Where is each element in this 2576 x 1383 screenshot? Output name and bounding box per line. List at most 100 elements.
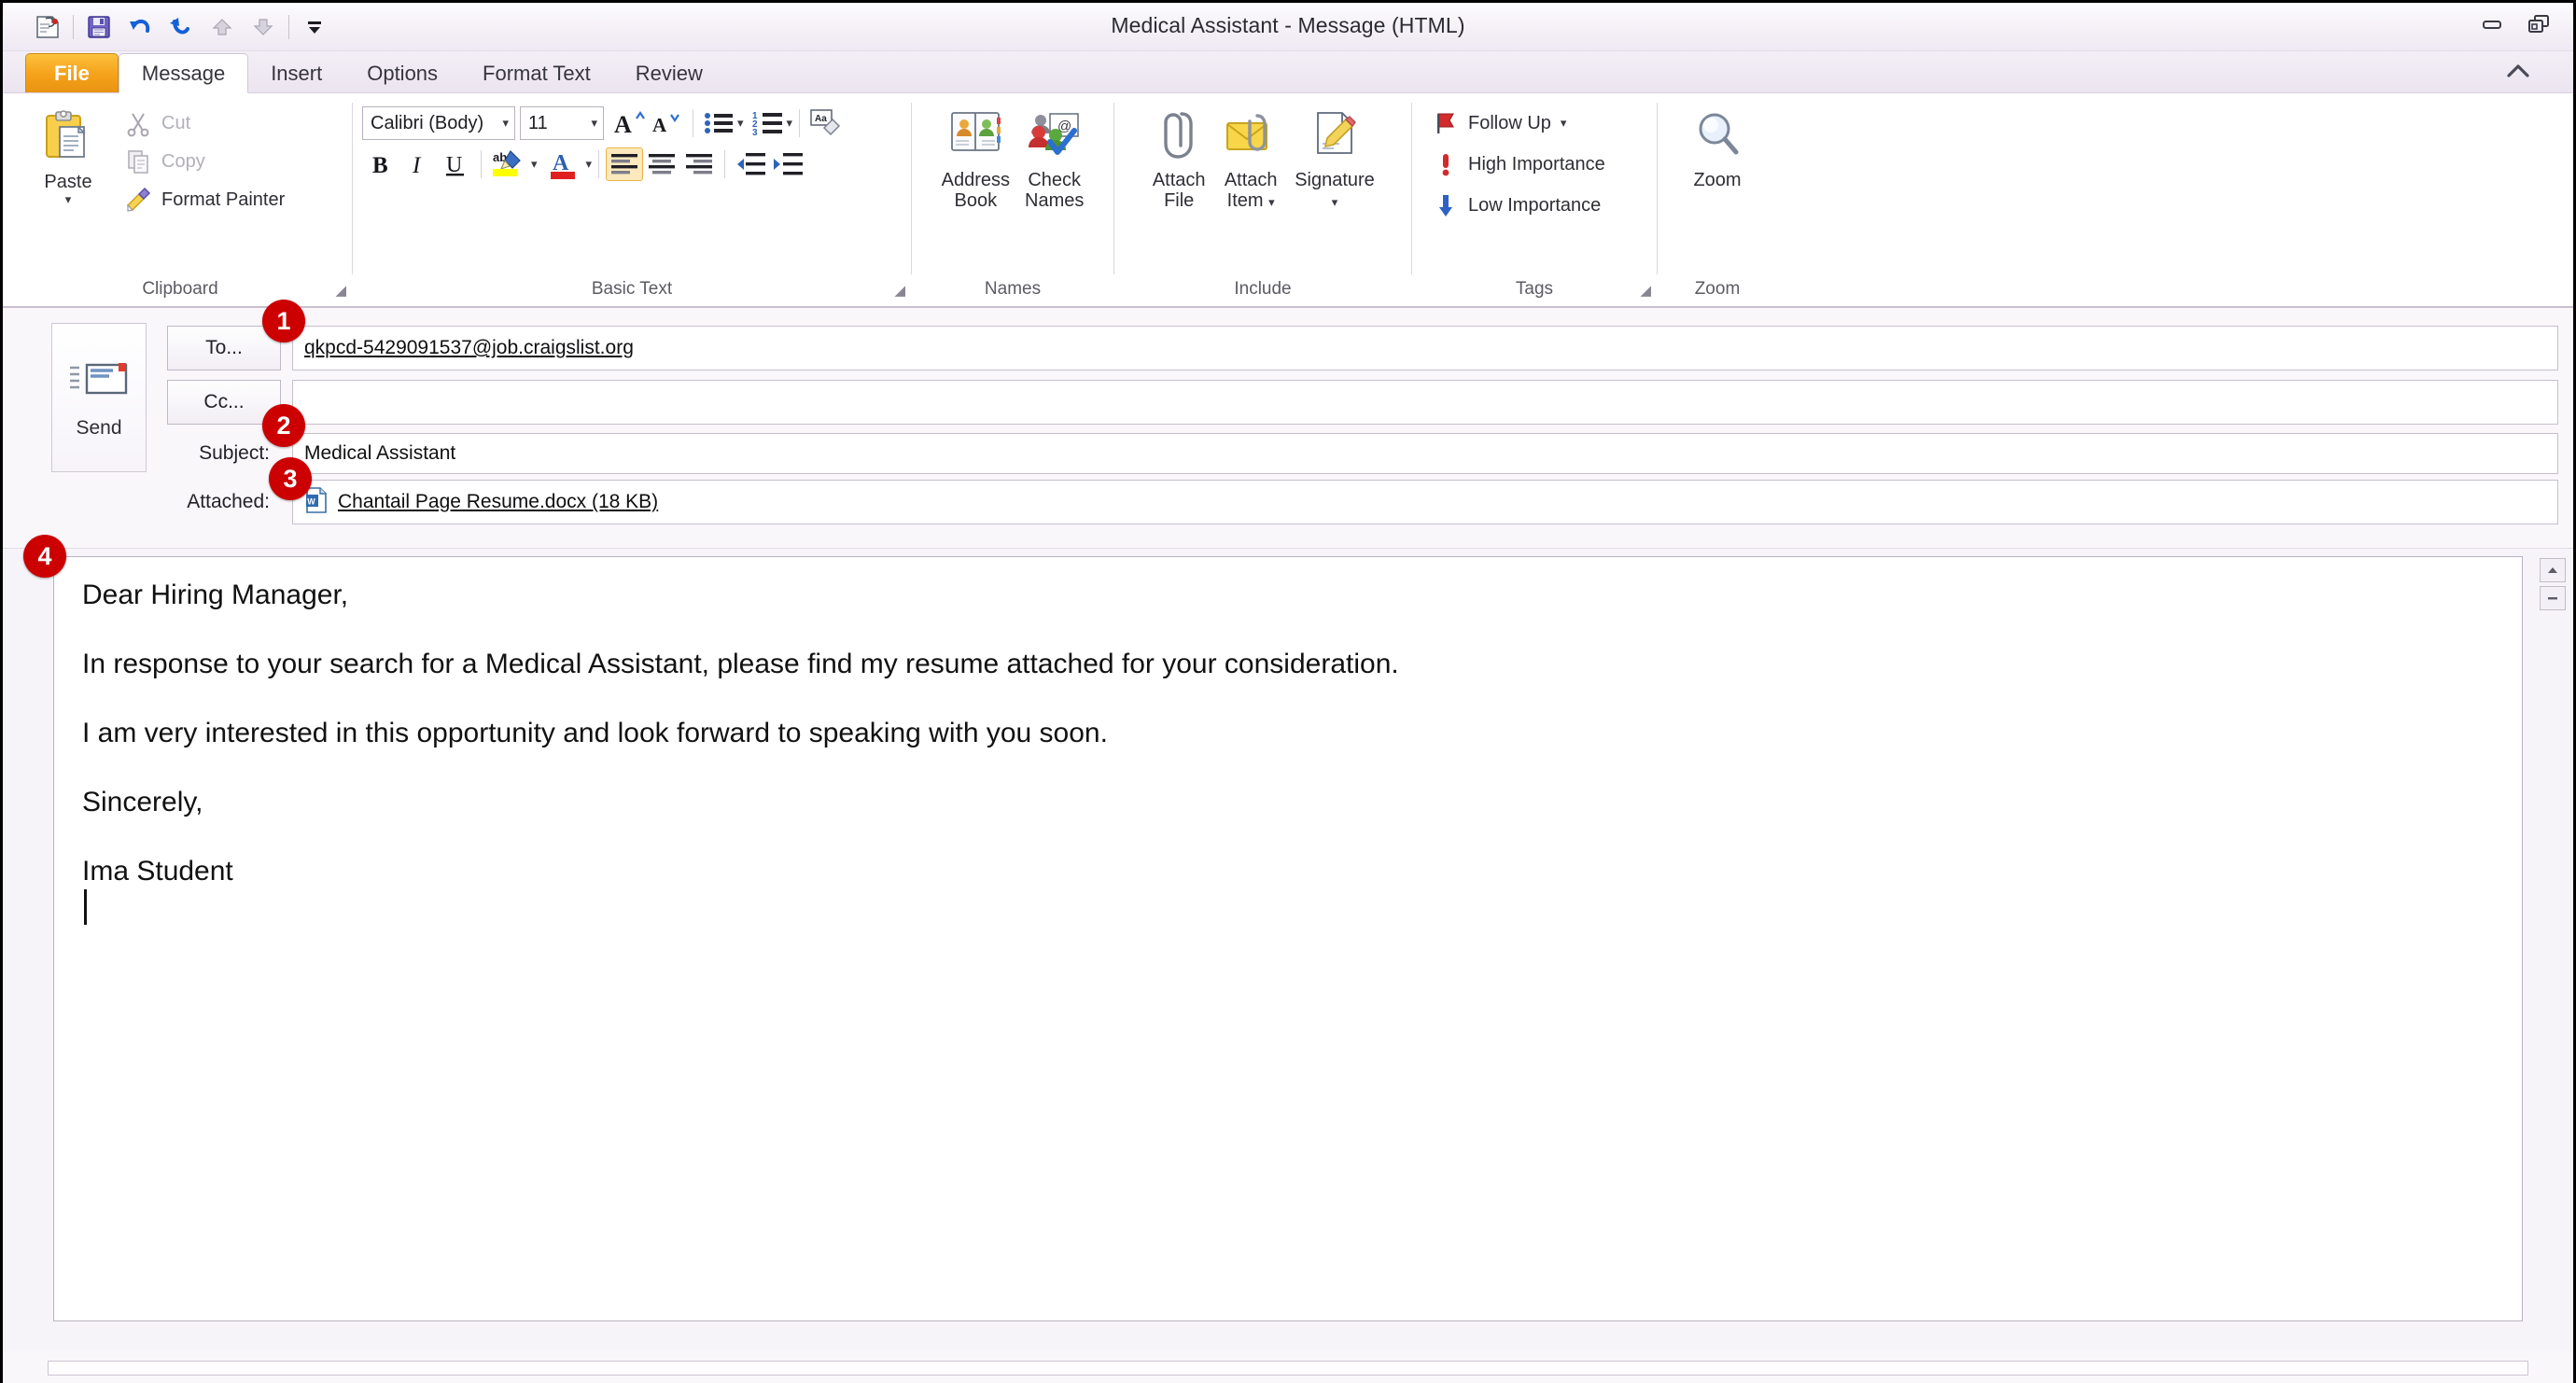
body-paragraph-3: I am very interested in this opportunity… xyxy=(82,718,1108,748)
attach-file-line2: File xyxy=(1164,190,1195,212)
tab-file[interactable]: File xyxy=(25,53,119,92)
bullets-button[interactable] xyxy=(700,106,737,140)
address-book-button[interactable]: Address Book xyxy=(934,105,1017,216)
clipboard-dialog-launcher-icon[interactable]: ◢ xyxy=(335,282,346,299)
tab-insert[interactable]: Insert xyxy=(248,55,344,92)
numbering-button[interactable]: 1 2 3 xyxy=(749,106,787,140)
high-importance-label: High Importance xyxy=(1468,153,1605,175)
zoom-group-label: Zoom xyxy=(1694,279,1741,299)
attachment-name[interactable]: Chantail Page Resume.docx (18 KB) xyxy=(338,491,658,513)
font-size-combo[interactable]: 11 ▾ xyxy=(520,106,604,140)
signature-label: Signature ▾ xyxy=(1295,170,1375,212)
signature-button[interactable]: Signature ▾ xyxy=(1287,105,1382,216)
shrink-font-button[interactable]: A xyxy=(649,106,686,140)
svg-text:A: A xyxy=(652,114,667,136)
follow-up-button[interactable]: Follow Up ▾ xyxy=(1427,106,1572,140)
format-painter-label: Format Painter xyxy=(161,189,286,210)
tab-review[interactable]: Review xyxy=(613,55,725,92)
chevron-up-icon[interactable] xyxy=(2502,60,2534,87)
tags-group-label: Tags ◢ xyxy=(1412,272,1657,306)
scroll-thumb[interactable] xyxy=(2540,586,2566,610)
font-color-button[interactable]: A xyxy=(543,147,586,181)
check-names-line2: Names xyxy=(1025,190,1085,212)
to-recipient: qkpcd-5429091537@job.craigslist.org xyxy=(304,337,634,358)
low-importance-button[interactable]: Low Importance xyxy=(1427,189,1606,222)
chevron-down-icon[interactable]: ▾ xyxy=(737,116,744,131)
tags-dialog-launcher-icon[interactable]: ◢ xyxy=(1640,282,1651,299)
copy-button[interactable]: Copy xyxy=(119,145,290,178)
clipboard-group-text: Clipboard xyxy=(142,279,218,299)
decrease-indent-button[interactable] xyxy=(732,147,769,181)
align-left-button[interactable] xyxy=(606,147,644,181)
scroll-up-button[interactable] xyxy=(2540,558,2566,582)
cut-button[interactable]: Cut xyxy=(119,106,290,140)
clear-formatting-button[interactable]: Aa xyxy=(806,106,844,140)
check-names-line1: Check xyxy=(1028,170,1082,190)
attach-item-button[interactable]: Attach Item ▾ xyxy=(1214,105,1287,216)
font-name-value: Calibri (Body) xyxy=(371,112,484,133)
underline-button[interactable]: U xyxy=(437,147,474,181)
format-painter-button[interactable]: Format Painter xyxy=(119,183,290,217)
zoom-button[interactable]: Zoom xyxy=(1682,105,1753,194)
align-center-button[interactable] xyxy=(643,147,680,181)
minimize-button[interactable] xyxy=(2476,12,2508,36)
font-name-combo[interactable]: Calibri (Body) ▾ xyxy=(362,106,515,140)
basic-text-sep-2 xyxy=(799,109,801,137)
svg-text:B: B xyxy=(372,153,388,178)
attach-item-line1: Attach xyxy=(1224,170,1278,190)
check-names-button[interactable]: @ Check Names xyxy=(1017,105,1091,216)
italic-button[interactable]: I xyxy=(399,147,437,181)
follow-up-label: Follow Up xyxy=(1468,112,1551,133)
text-highlight-color-button[interactable]: ab xyxy=(488,147,531,181)
restore-button[interactable] xyxy=(2523,12,2555,36)
tab-format-text[interactable]: Format Text xyxy=(460,55,613,92)
chevron-down-icon[interactable]: ▾ xyxy=(502,116,509,131)
address-book-label: Address Book xyxy=(942,170,1010,212)
to-button[interactable]: To... xyxy=(167,326,281,370)
ribbon-group-tags: Follow Up ▾ High Importance Low Importan… xyxy=(1412,93,1657,306)
body-paragraph-5: Ima Student xyxy=(82,856,233,887)
chevron-down-icon[interactable]: ▾ xyxy=(1561,116,1567,131)
high-importance-button[interactable]: High Importance xyxy=(1427,147,1611,181)
chevron-down-icon[interactable]: ▾ xyxy=(531,157,538,172)
ribbon-group-include: Attach File Attach Item ▾ Signature ▾ In… xyxy=(1114,93,1411,306)
paste-button[interactable]: Paste ▾ xyxy=(18,105,119,211)
basic-text-dialog-launcher-icon[interactable]: ◢ xyxy=(894,282,905,299)
svg-text:Aa: Aa xyxy=(815,114,827,124)
chevron-down-icon[interactable]: ▾ xyxy=(1332,195,1338,210)
font-controls-row: Calibri (Body) ▾ 11 ▾ A A ▾ 1 2 3 ▾ Aa xyxy=(362,106,844,140)
font-size-value: 11 xyxy=(528,112,548,133)
tab-options[interactable]: Options xyxy=(344,55,460,92)
align-right-button[interactable] xyxy=(680,147,718,181)
chevron-down-icon[interactable]: ▾ xyxy=(787,116,793,131)
callout-4: 4 xyxy=(23,535,66,578)
send-button[interactable]: Send xyxy=(51,323,147,472)
to-input[interactable]: qkpcd-5429091537@job.craigslist.org xyxy=(292,326,2558,370)
title-bar: Medical Assistant - Message (HTML) xyxy=(3,3,2573,51)
basic-text-sep-4 xyxy=(598,150,600,178)
bold-button[interactable]: B xyxy=(362,147,399,181)
grow-font-button[interactable]: A xyxy=(611,106,649,140)
increase-indent-button[interactable] xyxy=(769,147,806,181)
attachment-list[interactable]: W Chantail Page Resume.docx (18 KB) xyxy=(292,480,2558,524)
address-book-line1: Address xyxy=(941,170,1010,190)
chevron-down-icon[interactable]: ▾ xyxy=(591,116,597,131)
body-paragraph-2: In response to your search for a Medical… xyxy=(82,649,1399,679)
include-group-label: Include xyxy=(1234,279,1292,299)
subject-input[interactable]: Medical Assistant xyxy=(292,433,2558,474)
callout-2: 2 xyxy=(262,404,305,447)
body-scrollbar[interactable] xyxy=(2540,558,2568,614)
attach-file-button[interactable]: Attach File xyxy=(1143,105,1214,216)
ribbon-group-zoom: Zoom Zoom xyxy=(1658,93,1777,306)
message-body[interactable]: Dear Hiring Manager, In response to your… xyxy=(53,556,2523,1321)
tab-message[interactable]: Message xyxy=(118,53,249,93)
chevron-down-icon[interactable]: ▾ xyxy=(65,192,72,207)
svg-text:A: A xyxy=(614,111,632,138)
basic-text-group-text: Basic Text xyxy=(591,279,673,299)
chevron-down-icon[interactable]: ▾ xyxy=(1268,195,1275,210)
ribbon-group-names: Address Book @ Check Names Names xyxy=(912,93,1113,306)
footer-divider xyxy=(48,1361,2528,1376)
chevron-down-icon[interactable]: ▾ xyxy=(586,157,593,172)
cc-field-row: Cc... xyxy=(167,375,2573,429)
cc-input[interactable] xyxy=(292,380,2558,425)
